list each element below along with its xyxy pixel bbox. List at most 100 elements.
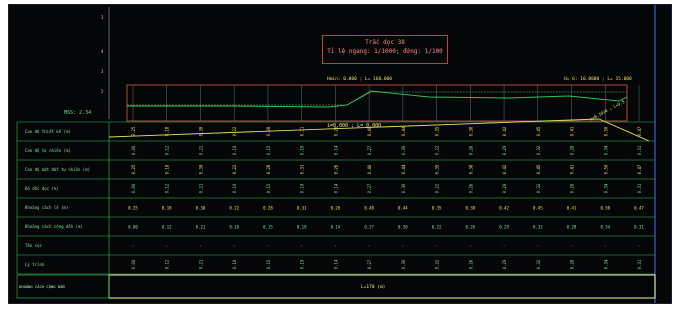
station-cell-value: 0.26 <box>468 259 473 269</box>
drawing-title-line2: Tỉ lệ ngang: 1/1000; đứng: 1/100 <box>327 48 443 55</box>
station-cell-value: 0.15 <box>266 145 271 155</box>
station-cell-value: 0.12 <box>165 183 170 193</box>
station-cell-value: 0.40 <box>364 206 374 211</box>
station-cell-value: 0.25 <box>131 164 136 174</box>
station-cell-value: 0.34 <box>603 259 608 269</box>
station-cell-value: 0.47 <box>637 164 642 174</box>
station-cell-value: 0.31 <box>637 259 642 269</box>
station-cell-value: 0.31 <box>300 126 305 136</box>
station-cell-value: 0.30 <box>401 183 406 193</box>
station-cell-value: · <box>638 244 640 249</box>
station-cell-value: 0.19 <box>300 183 305 193</box>
station-cell-value: 0.45 <box>536 164 541 174</box>
station-cell-value: · <box>334 244 336 249</box>
data-table-grid <box>16 121 655 275</box>
station-cell-value: 0.32 <box>536 145 541 155</box>
row-label: Lý trình <box>25 262 45 267</box>
design-grade-line <box>127 91 627 106</box>
station-cell-value: 0.38 <box>468 164 473 174</box>
station-cell-value: 0.27 <box>367 183 372 193</box>
row-label: Tên cọc <box>25 243 42 248</box>
station-cell-value: · <box>166 244 168 249</box>
station-cell-value: 0.14 <box>333 183 338 193</box>
slope-label: i=0.000 ; L= 0.000 <box>327 123 382 129</box>
station-cell-value: 0.27 <box>367 145 372 155</box>
station-cell-value: 0.00 <box>131 145 136 155</box>
station-cell-value: 0.47 <box>637 126 642 136</box>
axis-tick: 4 <box>101 49 104 54</box>
station-cell-value: 0.31 <box>637 145 642 155</box>
station-cell-value: 0.41 <box>567 206 577 211</box>
cad-viewport: 0.25 0.00 0.25 0.00 0.25 0.00 · 0.00 0.18 0.12 0.1… <box>8 4 672 304</box>
profile-top-left-label: Hmin: 0.000 ; L= 160.000 <box>327 77 393 82</box>
axis-tick: 2 <box>101 89 104 94</box>
station-cell-value: 0.30 <box>198 164 203 174</box>
station-cell-value: 0.32 <box>536 259 541 269</box>
station-cell-value: 0.26 <box>468 183 473 193</box>
station-cell-value: · <box>469 244 471 249</box>
station-cell-value: 0.18 <box>165 126 170 136</box>
station-cell-value: 0.42 <box>499 206 509 211</box>
station-cell-value: 0.00 <box>128 225 138 230</box>
profile-frame <box>126 84 628 122</box>
row-label: Cao độ thiết kế (m) <box>25 129 71 134</box>
station-cell-value: 0.35 <box>435 126 440 136</box>
station-cell-value: 0.38 <box>468 126 473 136</box>
station-cell-value: 0.25 <box>128 206 138 211</box>
station-cell-value: 0.45 <box>533 206 543 211</box>
station-cell-value: 0.30 <box>198 126 203 136</box>
station-cell-value: 0.21 <box>198 259 203 269</box>
station-cell-value: 0.12 <box>162 225 172 230</box>
drawing-title-line1: Trắc dọc 38 <box>365 39 405 46</box>
station-cell-value: 0.29 <box>499 225 509 230</box>
station-cell-value: 0.35 <box>432 206 442 211</box>
station-cell-value: 0.22 <box>435 183 440 193</box>
station-cell-value: · <box>402 244 404 249</box>
station-cell-value: 0.28 <box>570 145 575 155</box>
station-cell-value: 0.19 <box>297 225 307 230</box>
station-cell-value: 0.29 <box>502 259 507 269</box>
station-cell-value: 0.31 <box>634 225 644 230</box>
station-cell-value: 0.21 <box>198 145 203 155</box>
station-cell-value: 0.00 <box>131 183 136 193</box>
row-label: Cao độ mặt đất tự nhiên (m) <box>25 167 91 172</box>
station-cell-value: 0.15 <box>266 183 271 193</box>
bottom-row-value: L=170 (m) <box>361 285 386 290</box>
natural-ground-line <box>127 90 628 108</box>
station-cell-value: 0.26 <box>333 164 338 174</box>
station-cell-value: 0.10 <box>232 259 237 269</box>
station-cell-value: 0.30 <box>398 225 408 230</box>
station-cell-value: 0.26 <box>331 206 341 211</box>
station-cell-value: 0.19 <box>300 259 305 269</box>
station-cell-value: 0.50 <box>603 126 608 136</box>
station-cell-value: 0.31 <box>297 206 307 211</box>
station-cell-value: · <box>503 244 505 249</box>
station-cell-value: 0.21 <box>196 225 206 230</box>
station-cell-value: 0.41 <box>570 164 575 174</box>
station-cell-value: 0.14 <box>331 225 341 230</box>
station-cell-value: 0.29 <box>502 183 507 193</box>
station-cell-value: 0.22 <box>232 164 237 174</box>
station-cell-value: 0.10 <box>229 225 239 230</box>
station-cell-value: 0.27 <box>364 225 374 230</box>
station-cell-value: · <box>435 244 437 249</box>
station-cell-value: · <box>233 244 235 249</box>
station-cell-value: 0.25 <box>131 126 136 136</box>
station-cell-value: 0.21 <box>198 183 203 193</box>
station-cell-value: 0.30 <box>401 145 406 155</box>
station-cell-value: 0.50 <box>603 164 608 174</box>
station-cell-value: 0.34 <box>600 225 610 230</box>
station-cell-value: 0.32 <box>536 183 541 193</box>
station-cell-value: 0.47 <box>634 206 644 211</box>
station-cell-value: 0.15 <box>263 225 273 230</box>
station-cell-value: 0.22 <box>435 145 440 155</box>
axis-tick: 3 <box>101 15 104 20</box>
station-cell-value: 0.26 <box>466 225 476 230</box>
station-cell-value: 0.44 <box>401 126 406 136</box>
station-cell-value: 0.28 <box>266 164 271 174</box>
datum-label: MSS: 2.34 <box>64 110 92 116</box>
station-cell-value: · <box>199 244 201 249</box>
station-cell-value: 0.50 <box>600 206 610 211</box>
screenshot: 0.25 0.00 0.25 0.00 0.25 0.00 · 0.00 0.18 0.12 0.1… <box>0 0 679 312</box>
station-cell-value: 0.31 <box>637 183 642 193</box>
